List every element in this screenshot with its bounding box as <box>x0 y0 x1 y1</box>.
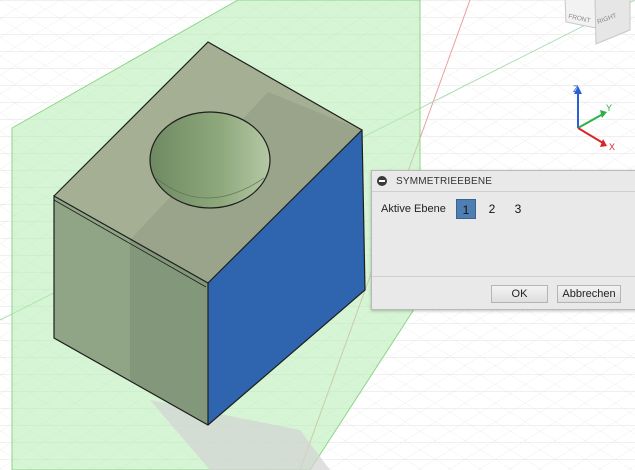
cancel-button[interactable]: Abbrechen <box>557 285 621 303</box>
active-plane-row: Aktive Ebene 1 2 3 <box>372 199 635 219</box>
z-axis-label: Z <box>573 84 579 94</box>
y-axis-label: Y <box>606 103 612 113</box>
plane-option-3[interactable]: 3 <box>508 199 528 219</box>
x-axis-label: X <box>609 142 615 152</box>
ok-button[interactable]: OK <box>491 285 548 303</box>
plane-option-1[interactable]: 1 <box>456 199 476 219</box>
block-hole[interactable] <box>149 111 271 209</box>
3d-viewport[interactable]: FRONT RIGHT Z Y X SYMMETRIEEBENE Aktive … <box>0 0 635 470</box>
symmetry-plane-dialog: SYMMETRIEEBENE Aktive Ebene 1 2 3 OK Abb… <box>371 170 635 310</box>
collapse-icon[interactable] <box>377 176 387 186</box>
dialog-titlebar: SYMMETRIEEBENE <box>372 171 635 192</box>
dialog-title: SYMMETRIEEBENE <box>396 175 493 187</box>
plane-option-2[interactable]: 2 <box>482 199 502 219</box>
dialog-footer: OK Abbrechen <box>372 276 635 310</box>
active-plane-label: Aktive Ebene <box>381 203 446 215</box>
